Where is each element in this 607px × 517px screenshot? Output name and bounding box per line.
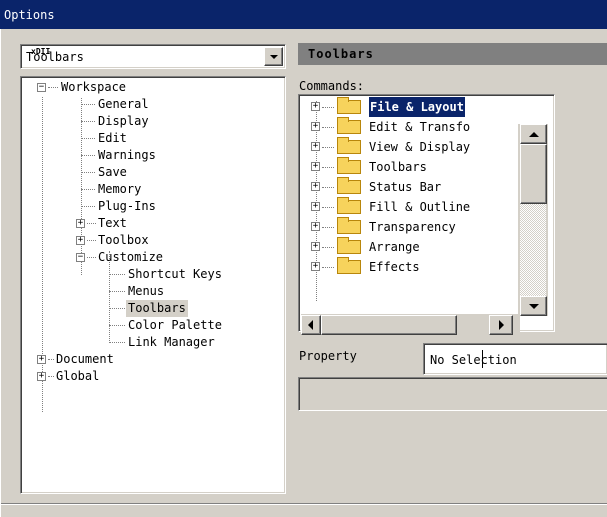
folder-icon bbox=[337, 257, 361, 274]
arrow-up-icon bbox=[529, 132, 539, 137]
panel-header: Toolbars bbox=[298, 43, 607, 65]
chevron-down-icon bbox=[270, 55, 278, 59]
expand-icon[interactable]: + bbox=[311, 222, 320, 231]
folder-icon bbox=[337, 97, 361, 114]
arrow-right-icon bbox=[499, 320, 504, 330]
text-cursor bbox=[482, 350, 483, 368]
expand-icon[interactable]: + bbox=[37, 372, 46, 381]
expand-icon[interactable]: + bbox=[311, 182, 320, 191]
hscroll-thumb[interactable] bbox=[321, 315, 457, 335]
window-title: Options bbox=[4, 8, 55, 22]
expand-icon[interactable]: + bbox=[76, 219, 85, 228]
category-dropdown-value: Toolbars bbox=[26, 50, 84, 64]
expand-icon[interactable]: + bbox=[37, 355, 46, 364]
category-dropdown[interactable]: xDII Toolbars bbox=[20, 44, 286, 69]
commands-label: Commands: bbox=[299, 79, 365, 93]
expand-icon[interactable]: + bbox=[311, 122, 320, 131]
expand-icon[interactable]: + bbox=[311, 202, 320, 211]
folder-icon bbox=[337, 237, 361, 254]
collapse-icon[interactable]: − bbox=[37, 83, 46, 92]
scroll-down-button[interactable] bbox=[520, 296, 547, 316]
scroll-left-button[interactable] bbox=[301, 315, 321, 335]
property-label: Property bbox=[299, 349, 357, 363]
property-field[interactable]: No Selection bbox=[423, 343, 607, 375]
panel-title: Toolbars bbox=[308, 47, 374, 61]
expand-icon[interactable]: + bbox=[311, 102, 320, 111]
expand-icon[interactable]: + bbox=[311, 262, 320, 271]
title-bar[interactable]: Options bbox=[0, 0, 607, 29]
scroll-right-button[interactable] bbox=[489, 315, 513, 335]
expand-icon[interactable]: + bbox=[311, 162, 320, 171]
arrow-down-icon bbox=[529, 304, 539, 309]
scroll-up-button[interactable] bbox=[520, 124, 547, 144]
folder-icon bbox=[337, 117, 361, 134]
separator-line bbox=[1, 503, 607, 505]
folder-icon bbox=[337, 177, 361, 194]
expand-icon[interactable]: + bbox=[311, 142, 320, 151]
folder-icon bbox=[337, 217, 361, 234]
options-tree[interactable]: − Workspace General Display Edit Warning… bbox=[20, 76, 286, 494]
folder-icon bbox=[337, 157, 361, 174]
dropdown-button[interactable] bbox=[264, 47, 283, 66]
property-detail-box[interactable] bbox=[298, 377, 607, 411]
folder-icon bbox=[337, 197, 361, 214]
commands-tree[interactable]: + File & Layout + Edit & Transfo + View … bbox=[298, 94, 555, 336]
scroll-thumb[interactable] bbox=[520, 144, 547, 204]
arrow-left-icon bbox=[308, 320, 313, 330]
folder-icon bbox=[337, 137, 361, 154]
horizontal-scrollbar[interactable] bbox=[301, 314, 520, 336]
vertical-scrollbar[interactable] bbox=[518, 124, 548, 316]
expand-icon[interactable]: + bbox=[311, 242, 320, 251]
property-value: No Selection bbox=[430, 353, 517, 367]
expand-icon[interactable]: + bbox=[76, 236, 85, 245]
options-dialog: xDII Toolbars − Workspace General Displa… bbox=[0, 29, 607, 517]
collapse-icon[interactable]: − bbox=[76, 253, 85, 262]
